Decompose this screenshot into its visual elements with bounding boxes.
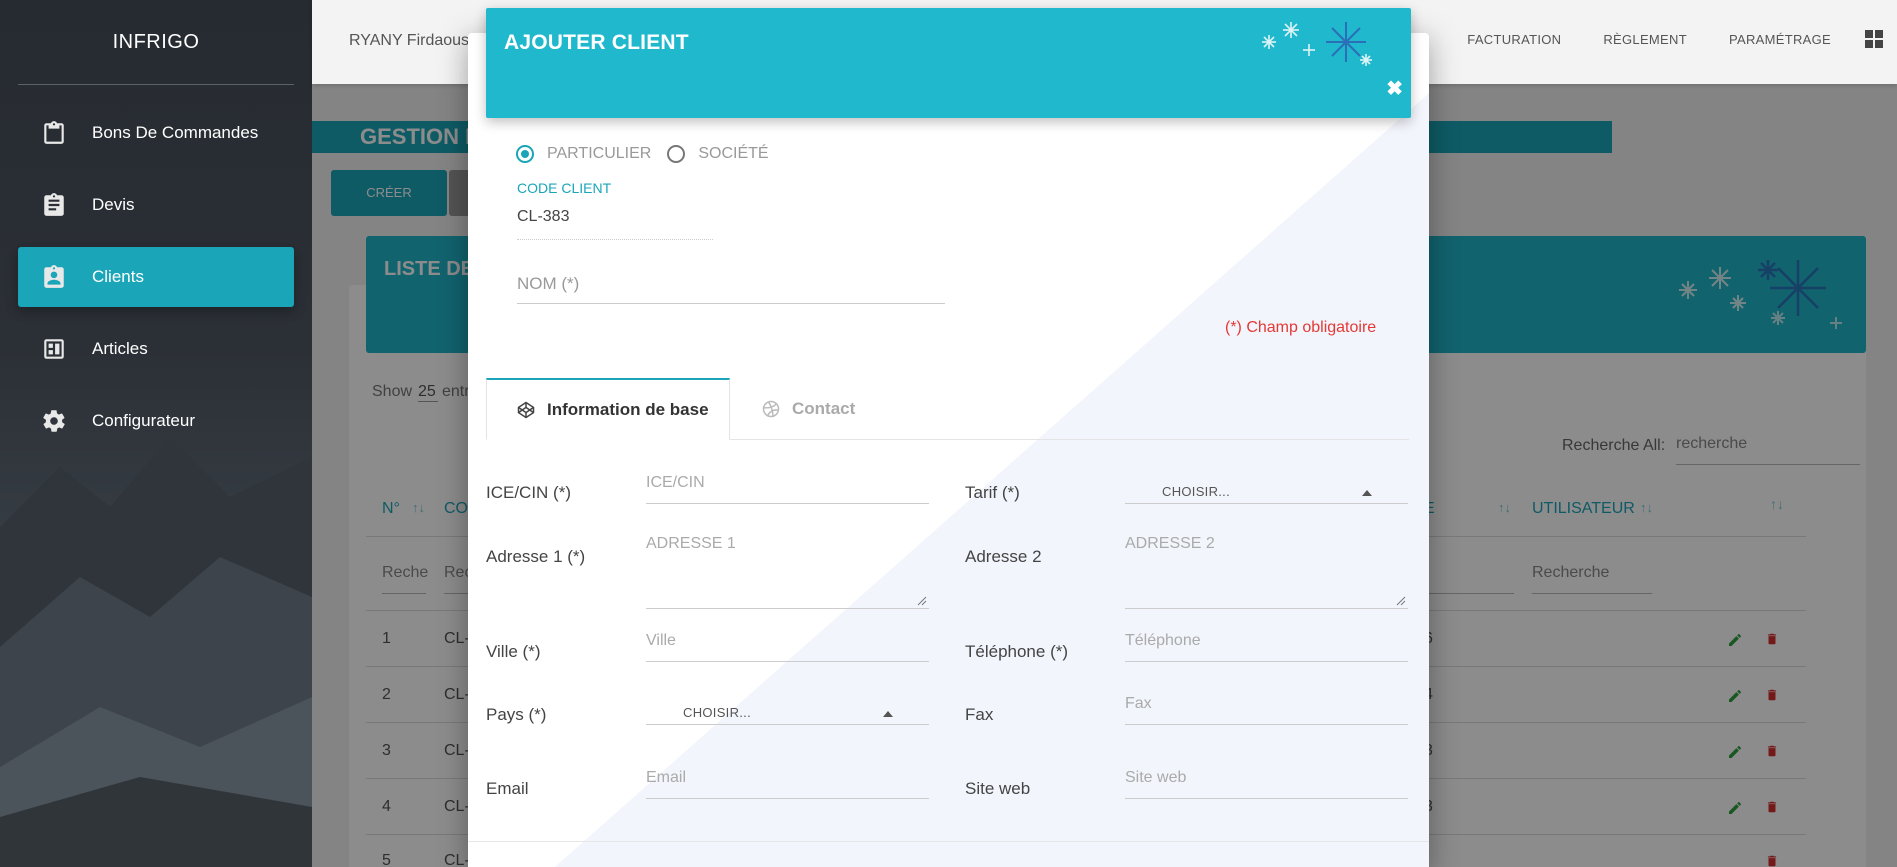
sidebar-divider	[18, 84, 294, 85]
modal-header: AJOUTER CLIENT ✖	[486, 8, 1411, 118]
apps-grid-icon[interactable]	[1865, 30, 1883, 48]
tab-label: Contact	[792, 399, 856, 418]
sidebar-item-label: Bons De Commandes	[92, 123, 259, 142]
telephone-input[interactable]: Téléphone	[1125, 632, 1408, 662]
sidebar-item-label: Articles	[92, 339, 148, 358]
clipboard-icon	[40, 119, 68, 147]
sidebar-nav: Bons De Commandes Devis Clients Articles…	[0, 103, 312, 451]
codepen-icon	[517, 401, 535, 418]
ville-input[interactable]: Ville	[646, 632, 929, 662]
tarif-select[interactable]: CHOISIR...	[1125, 484, 1408, 504]
telephone-label: Téléphone (*)	[965, 642, 1069, 661]
tab-contact[interactable]: Contact	[762, 378, 855, 440]
sidebar-item-label: Clients	[92, 267, 144, 286]
clipboard-list-icon	[40, 191, 68, 219]
nom-input[interactable]: NOM (*)	[517, 274, 945, 304]
email-input[interactable]: Email	[646, 769, 929, 799]
close-icon[interactable]: ✖	[1386, 76, 1403, 101]
radio-societe[interactable]	[667, 145, 686, 163]
user-name[interactable]: RYANY Firdaous	[349, 32, 469, 50]
modal-tabs: Information de base Contact	[486, 378, 1409, 440]
email-label: Email	[486, 779, 529, 798]
code-client-field: CL-383	[517, 208, 713, 240]
ice-input[interactable]: ICE/CIN	[646, 474, 929, 504]
modal-footer-divider	[468, 841, 1429, 842]
topnav-parametrage[interactable]: PARAMÉTRAGE	[1729, 32, 1831, 47]
adresse2-textarea[interactable]: ADRESSE 2	[1125, 535, 1408, 609]
ville-label: Ville (*)	[486, 642, 541, 661]
client-type-radio-group: PARTICULIER SOCIÉTÉ	[516, 145, 785, 163]
caret-up-icon	[1362, 490, 1372, 496]
radio-particulier-label[interactable]: PARTICULIER	[547, 145, 651, 163]
dribbble-icon	[762, 400, 780, 418]
sidebar-item-articles[interactable]: Articles	[18, 319, 294, 379]
brand-logo[interactable]: INFRIGO	[0, 0, 312, 84]
siteweb-input[interactable]: Site web	[1125, 769, 1408, 799]
code-client-label: CODE CLIENT	[517, 180, 612, 196]
sidebar-item-bons-de-commandes[interactable]: Bons De Commandes	[18, 103, 294, 163]
pays-label: Pays (*)	[486, 705, 547, 724]
radio-societe-label[interactable]: SOCIÉTÉ	[698, 145, 768, 163]
caret-up-icon	[883, 711, 893, 717]
pays-select[interactable]: CHOISIR...	[646, 705, 929, 725]
sidebar-item-clients[interactable]: Clients	[18, 247, 294, 307]
sidebar: INFRIGO Bons De Commandes Devis Clients …	[0, 0, 312, 867]
tarif-label: Tarif (*)	[965, 483, 1020, 502]
article-icon	[40, 335, 68, 363]
fax-label: Fax	[965, 705, 994, 724]
sidebar-item-configurateur[interactable]: Configurateur	[18, 391, 294, 451]
required-note: (*) Champ obligatoire	[1225, 319, 1377, 336]
adresse1-placeholder: ADRESSE 1	[646, 535, 736, 552]
modal-title: AJOUTER CLIENT	[504, 31, 689, 54]
topnav-reglement[interactable]: RÈGLEMENT	[1603, 32, 1687, 47]
snowflakes-decoration-icon	[1262, 22, 1372, 66]
resize-handle-icon[interactable]	[1396, 596, 1406, 606]
gear-icon	[40, 407, 68, 435]
adresse1-textarea[interactable]: ADRESSE 1	[646, 535, 929, 609]
top-nav: FACTURATION RÈGLEMENT PARAMÉTRAGE	[1425, 30, 1883, 48]
ice-label: ICE/CIN (*)	[486, 483, 571, 502]
siteweb-label: Site web	[965, 779, 1031, 798]
resize-handle-icon[interactable]	[917, 596, 927, 606]
tab-label: Information de base	[547, 399, 709, 419]
pays-select-value: CHOISIR...	[683, 705, 752, 720]
adresse1-label: Adresse 1 (*)	[486, 547, 586, 566]
sidebar-item-devis[interactable]: Devis	[18, 175, 294, 235]
tab-information-de-base[interactable]: Information de base	[486, 378, 730, 440]
tarif-select-value: CHOISIR...	[1162, 484, 1231, 499]
sidebar-item-label: Devis	[92, 195, 135, 214]
topnav-facturation[interactable]: FACTURATION	[1467, 32, 1561, 47]
fax-input[interactable]: Fax	[1125, 695, 1408, 725]
sidebar-item-label: Configurateur	[92, 411, 196, 430]
adresse2-placeholder: ADRESSE 2	[1125, 535, 1215, 552]
contact-card-icon	[40, 263, 68, 291]
adresse2-label: Adresse 2	[965, 547, 1042, 566]
radio-particulier[interactable]	[516, 145, 534, 163]
